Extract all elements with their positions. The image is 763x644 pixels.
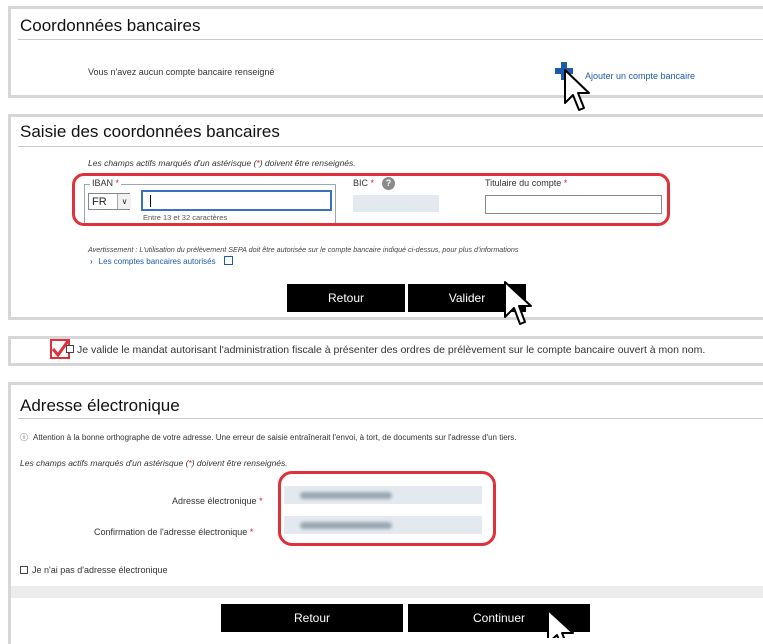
authorized-accounts-link[interactable]: › Les comptes bancaires autorisés <box>90 255 233 266</box>
bank-entry-title: Saisie des coordonnées bancaires <box>20 122 280 141</box>
info-icon: ⓘ <box>20 433 28 442</box>
mouse-cursor-icon <box>504 281 532 325</box>
add-account-label: Ajouter un compte bancaire <box>585 71 696 81</box>
bank-details-title: Coordonnées bancaires <box>20 16 201 35</box>
email-address-label: Adresse électronique * <box>172 496 263 506</box>
email-info: ⓘ Attention à la bonne orthographe de vot… <box>20 433 517 442</box>
bank-entry-divider <box>18 146 763 147</box>
bank-details-divider <box>18 39 763 40</box>
email-back-button[interactable]: Retour <box>221 604 403 632</box>
email-confirm-label: Confirmation de l'adresse électronique * <box>94 527 254 537</box>
mouse-cursor-icon <box>564 69 590 111</box>
chevron-right-icon: › <box>90 257 93 266</box>
mandate-text: Je valide le mandat autorisant l'adminis… <box>77 344 706 356</box>
annotation-highlight-bank-fields <box>72 173 670 226</box>
mandate-native-checkbox <box>66 345 74 353</box>
email-divider <box>18 418 763 419</box>
bank-back-button[interactable]: Retour <box>287 284 405 312</box>
email-footer-band <box>11 586 763 598</box>
required-fields-note: Les champs actifs marqués d'un astérisqu… <box>88 158 356 168</box>
no-email-label: Je n'ai pas d'adresse électronique <box>32 565 168 575</box>
email-title: Adresse électronique <box>20 396 180 415</box>
annotation-highlight-email-fields <box>278 471 496 546</box>
no-account-text: Vous n'avez aucun compte bancaire rensei… <box>88 67 275 77</box>
no-email-checkbox[interactable] <box>20 566 28 574</box>
email-required-note: Les champs actifs marqués d'un astérisqu… <box>20 458 288 468</box>
sepa-warning: Avertissement : L'utilisation du prélève… <box>88 245 519 254</box>
external-link-icon <box>223 256 233 265</box>
